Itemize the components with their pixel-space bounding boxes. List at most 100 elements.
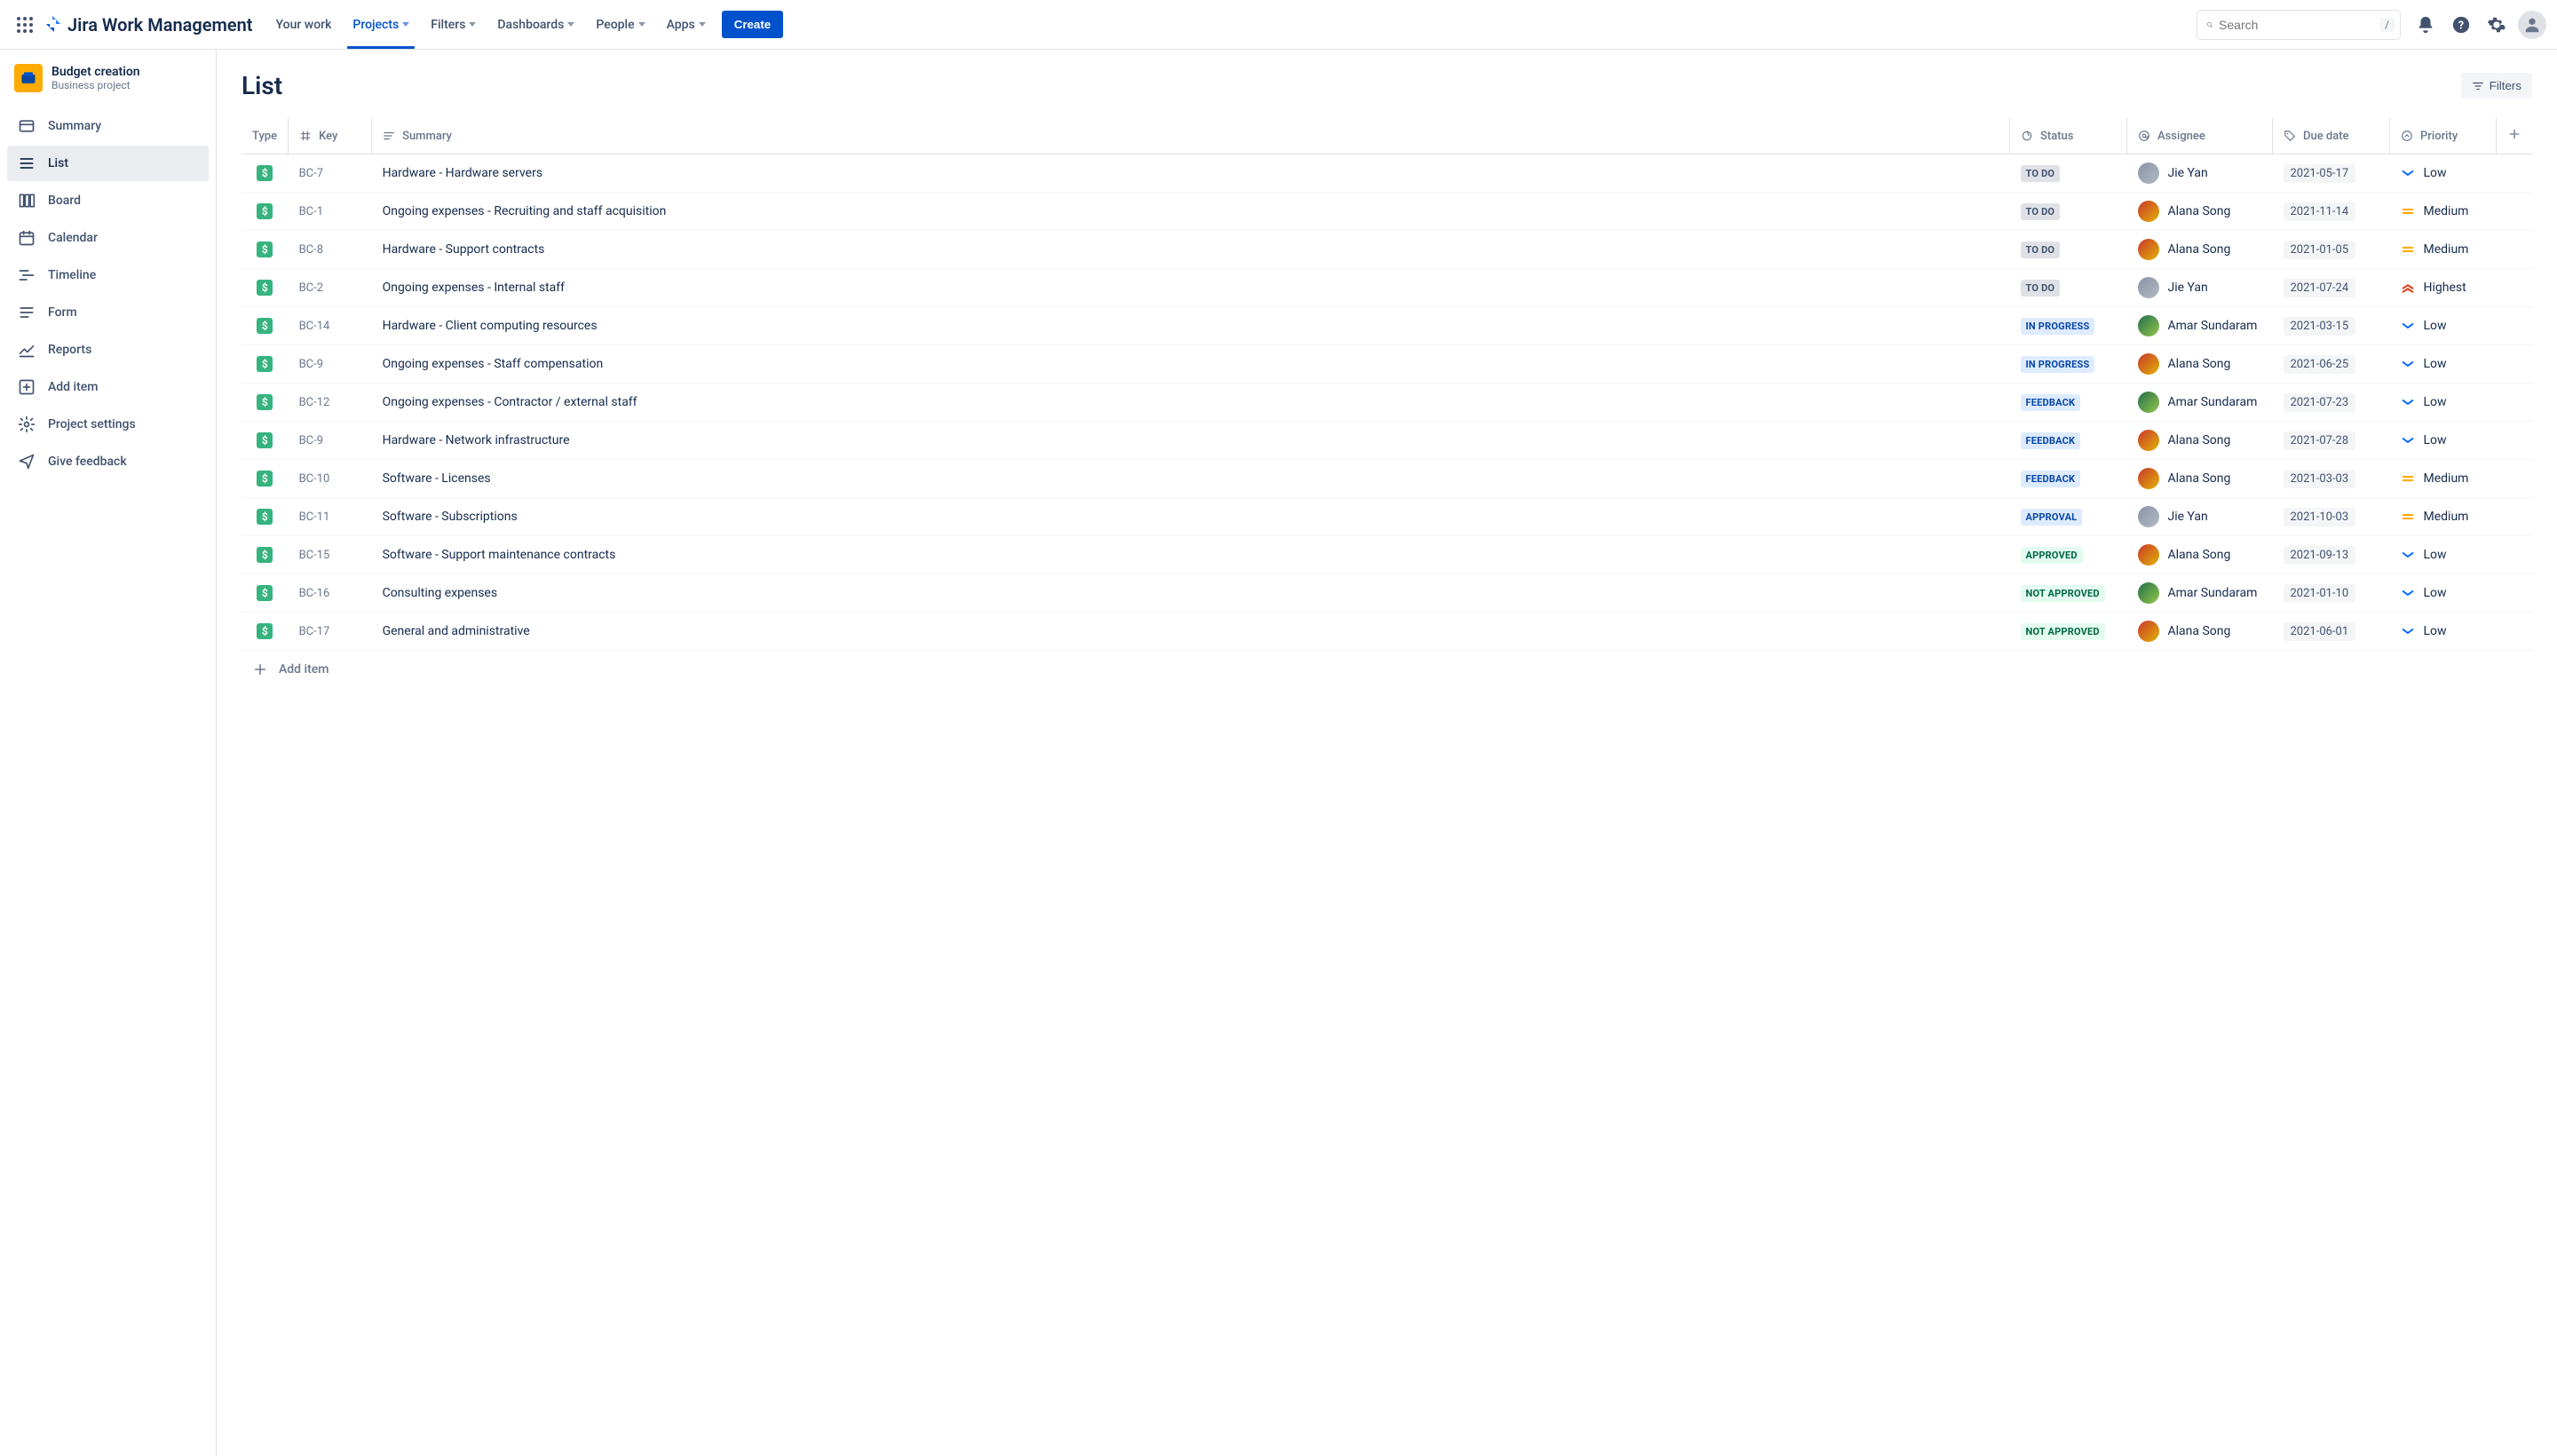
assignee-cell[interactable]: Amar Sundaram (2138, 582, 2262, 604)
sidebar-item-timeline[interactable]: Timeline (7, 257, 209, 293)
assignee-cell[interactable]: Alana Song (2138, 621, 2262, 642)
sidebar-item-calendar[interactable]: Calendar (7, 220, 209, 256)
priority-cell[interactable]: Low (2401, 548, 2486, 562)
priority-cell[interactable]: Medium (2401, 242, 2486, 257)
due-date[interactable]: 2021-10-03 (2284, 508, 2356, 526)
issue-key[interactable]: BC-9 (289, 345, 372, 384)
priority-cell[interactable]: Low (2401, 395, 2486, 409)
status-lozenge[interactable]: NOT APPROVED (2021, 585, 2105, 602)
table-row[interactable]: $BC-17General and administrativeNOT APPR… (241, 613, 2532, 651)
assignee-cell[interactable]: Alana Song (2138, 430, 2262, 451)
due-date[interactable]: 2021-01-05 (2284, 241, 2356, 259)
issue-summary[interactable]: Consulting expenses (372, 574, 2010, 613)
due-date[interactable]: 2021-06-01 (2284, 622, 2356, 641)
assignee-cell[interactable]: Amar Sundaram (2138, 392, 2262, 413)
table-row[interactable]: $BC-16Consulting expensesNOT APPROVEDAma… (241, 574, 2532, 613)
issue-key[interactable]: BC-9 (289, 422, 372, 460)
status-lozenge[interactable]: NOT APPROVED (2021, 623, 2105, 640)
nav-item-projects[interactable]: Projects (344, 0, 418, 49)
issue-key[interactable]: BC-8 (289, 231, 372, 269)
status-lozenge[interactable]: IN PROGRESS (2021, 318, 2095, 335)
sidebar-item-form[interactable]: Form (7, 295, 209, 330)
sidebar-item-summary[interactable]: Summary (7, 108, 209, 144)
priority-cell[interactable]: Low (2401, 586, 2486, 600)
status-lozenge[interactable]: TO DO (2021, 165, 2061, 182)
search-input[interactable] (2219, 18, 2379, 32)
issue-summary[interactable]: Ongoing expenses - Contractor / external… (372, 384, 2010, 422)
priority-cell[interactable]: Medium (2401, 471, 2486, 486)
due-date[interactable]: 2021-05-17 (2284, 164, 2356, 183)
priority-cell[interactable]: Low (2401, 624, 2486, 638)
issue-key[interactable]: BC-1 (289, 193, 372, 231)
status-lozenge[interactable]: TO DO (2021, 203, 2061, 220)
table-row[interactable]: $BC-1Ongoing expenses - Recruiting and s… (241, 193, 2532, 231)
settings-icon[interactable] (2482, 11, 2511, 39)
assignee-cell[interactable]: Alana Song (2138, 201, 2262, 222)
due-date[interactable]: 2021-07-23 (2284, 393, 2356, 412)
col-due-date[interactable]: Due date (2273, 118, 2390, 154)
issue-key[interactable]: BC-16 (289, 574, 372, 613)
table-row[interactable]: $BC-12Ongoing expenses - Contractor / ex… (241, 384, 2532, 422)
issue-summary[interactable]: Ongoing expenses - Recruiting and staff … (372, 193, 2010, 231)
priority-cell[interactable]: Medium (2401, 510, 2486, 524)
product-logo[interactable]: Jira Work Management (43, 14, 253, 36)
issue-summary[interactable]: Software - Licenses (372, 460, 2010, 498)
sidebar-item-reports[interactable]: Reports (7, 332, 209, 368)
status-lozenge[interactable]: TO DO (2021, 280, 2061, 297)
nav-item-your-work[interactable]: Your work (267, 0, 341, 49)
assignee-cell[interactable]: Jie Yan (2138, 277, 2262, 298)
issue-summary[interactable]: Hardware - Network infrastructure (372, 422, 2010, 460)
filters-button[interactable]: Filters (2461, 73, 2532, 99)
issue-key[interactable]: BC-15 (289, 536, 372, 574)
add-item-row[interactable]: Add item (241, 651, 2532, 688)
sidebar-item-board[interactable]: Board (7, 183, 209, 218)
status-lozenge[interactable]: FEEDBACK (2021, 471, 2081, 487)
status-lozenge[interactable]: IN PROGRESS (2021, 356, 2095, 373)
table-row[interactable]: $BC-9Ongoing expenses - Staff compensati… (241, 345, 2532, 384)
due-date[interactable]: 2021-01-10 (2284, 584, 2356, 603)
assignee-cell[interactable]: Alana Song (2138, 353, 2262, 375)
table-row[interactable]: $BC-11Software - SubscriptionsAPPROVALJi… (241, 498, 2532, 536)
col-key[interactable]: Key (289, 118, 372, 154)
table-row[interactable]: $BC-7Hardware - Hardware serversTO DOJie… (241, 154, 2532, 193)
issue-summary[interactable]: Software - Support maintenance contracts (372, 536, 2010, 574)
issue-summary[interactable]: Ongoing expenses - Internal staff (372, 269, 2010, 307)
due-date[interactable]: 2021-03-15 (2284, 317, 2356, 336)
priority-cell[interactable]: Low (2401, 166, 2486, 180)
issue-summary[interactable]: Hardware - Client computing resources (372, 307, 2010, 345)
issue-summary[interactable]: Software - Subscriptions (372, 498, 2010, 536)
issue-key[interactable]: BC-2 (289, 269, 372, 307)
issue-key[interactable]: BC-10 (289, 460, 372, 498)
table-row[interactable]: $BC-14Hardware - Client computing resour… (241, 307, 2532, 345)
col-assignee[interactable]: Assignee (2127, 118, 2273, 154)
col-status[interactable]: Status (2010, 118, 2127, 154)
nav-item-apps[interactable]: Apps (658, 0, 715, 49)
profile-avatar[interactable] (2518, 11, 2546, 39)
col-summary[interactable]: Summary (372, 118, 2010, 154)
app-switcher-icon[interactable] (11, 11, 39, 39)
status-lozenge[interactable]: APPROVAL (2021, 509, 2083, 526)
table-row[interactable]: $BC-15Software - Support maintenance con… (241, 536, 2532, 574)
sidebar-item-give-feedback[interactable]: Give feedback (7, 444, 209, 479)
table-row[interactable]: $BC-2Ongoing expenses - Internal staffTO… (241, 269, 2532, 307)
sidebar-item-project-settings[interactable]: Project settings (7, 407, 209, 442)
due-date[interactable]: 2021-03-03 (2284, 470, 2356, 488)
col-type[interactable]: Type (241, 118, 289, 154)
search-box[interactable]: / (2197, 10, 2401, 40)
nav-item-people[interactable]: People (587, 0, 653, 49)
assignee-cell[interactable]: Amar Sundaram (2138, 315, 2262, 336)
issue-summary[interactable]: Hardware - Hardware servers (372, 154, 2010, 193)
due-date[interactable]: 2021-07-24 (2284, 279, 2356, 297)
issue-summary[interactable]: Hardware - Support contracts (372, 231, 2010, 269)
priority-cell[interactable]: Low (2401, 433, 2486, 447)
priority-cell[interactable]: Medium (2401, 204, 2486, 218)
due-date[interactable]: 2021-07-28 (2284, 431, 2356, 450)
priority-cell[interactable]: Low (2401, 319, 2486, 333)
sidebar-item-add-item[interactable]: Add item (7, 369, 209, 405)
nav-item-filters[interactable]: Filters (422, 0, 485, 49)
assignee-cell[interactable]: Alana Song (2138, 468, 2262, 489)
table-row[interactable]: $BC-8Hardware - Support contractsTO DOAl… (241, 231, 2532, 269)
sidebar-item-list[interactable]: List (7, 146, 209, 181)
issue-key[interactable]: BC-12 (289, 384, 372, 422)
due-date[interactable]: 2021-11-14 (2284, 202, 2356, 221)
